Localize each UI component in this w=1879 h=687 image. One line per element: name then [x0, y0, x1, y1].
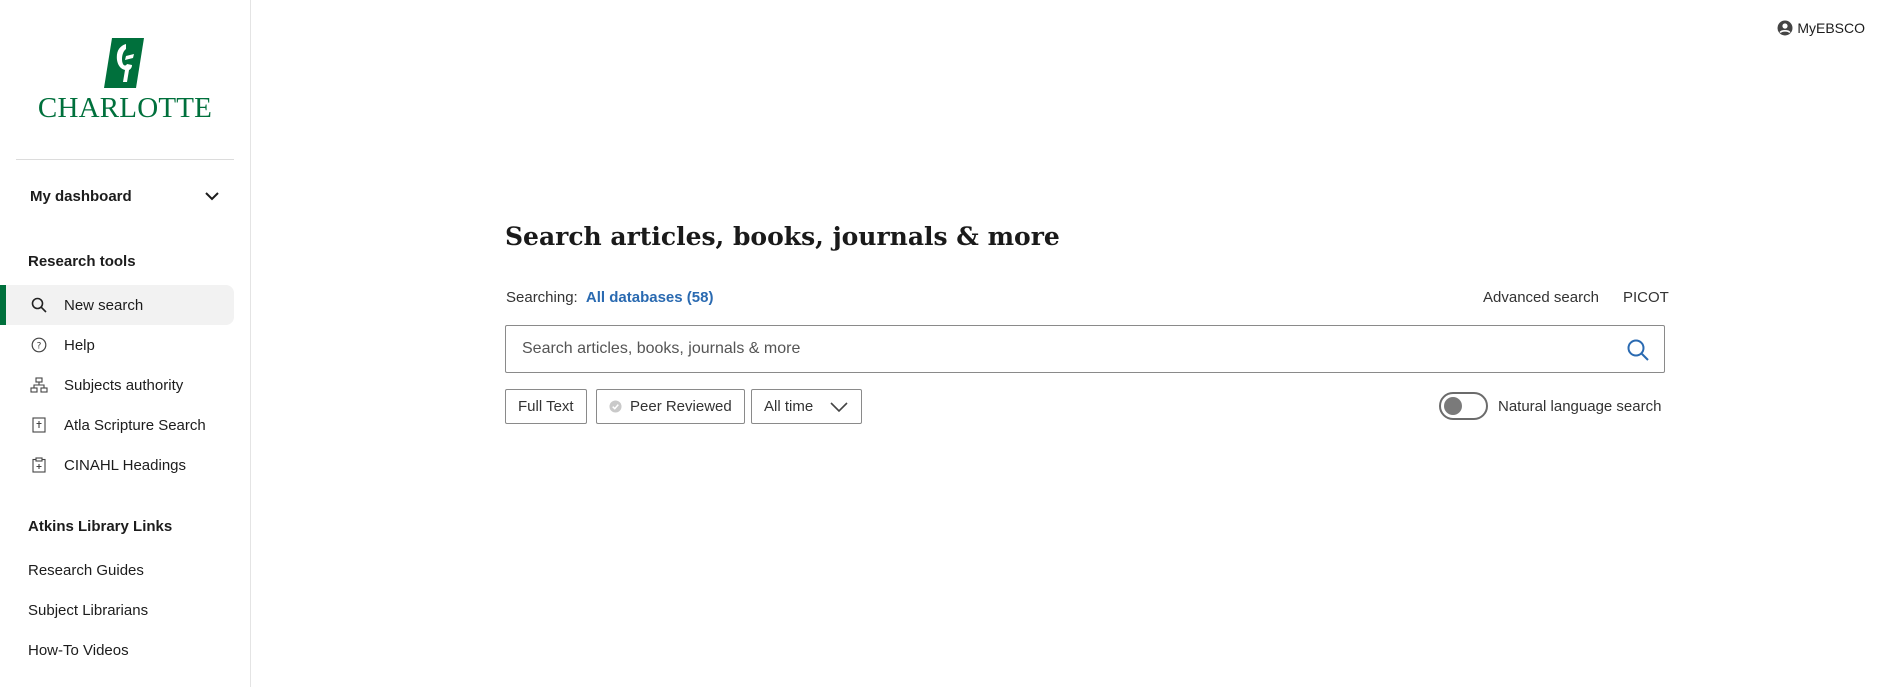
page-title: Search articles, books, journals & more — [505, 222, 1060, 251]
help-icon: ? — [30, 336, 48, 354]
date-range-dropdown[interactable]: All time — [751, 389, 863, 424]
search-input[interactable] — [506, 327, 1606, 371]
natural-language-toggle[interactable] — [1439, 392, 1488, 420]
sidebar-item-atla-scripture-search[interactable]: Atla Scripture Search — [0, 405, 234, 445]
sidebar-item-label: Help — [64, 336, 95, 354]
my-dashboard-label: My dashboard — [30, 187, 132, 205]
subject-librarians-link[interactable]: Subject Librarians — [28, 602, 148, 619]
searching-label: Searching: — [506, 289, 578, 306]
research-guides-link[interactable]: Research Guides — [28, 562, 144, 579]
sidebar-item-help[interactable]: ? Help — [0, 325, 234, 365]
databases-link[interactable]: All databases (58) — [586, 289, 714, 306]
charlotte-logo[interactable]: CHARLOTTE — [34, 36, 216, 124]
sidebar: CHARLOTTE My dashboard Research tools Ne… — [0, 0, 251, 687]
full-text-filter[interactable]: Full Text — [505, 389, 587, 424]
sidebar-item-label: Subjects authority — [64, 376, 184, 394]
sidebar-item-cinahl-headings[interactable]: CINAHL Headings — [0, 445, 234, 485]
natural-language-search: Natural language search — [1439, 392, 1661, 420]
search-icon[interactable] — [1626, 338, 1650, 362]
date-range-label: All time — [764, 398, 814, 415]
my-dashboard-dropdown[interactable]: My dashboard — [16, 180, 234, 212]
logo-wordmark: CHARLOTTE — [37, 92, 213, 124]
hierarchy-icon — [30, 376, 48, 394]
how-to-videos-link[interactable]: How-To Videos — [28, 642, 129, 659]
sidebar-item-label: Atla Scripture Search — [64, 416, 206, 434]
research-tools-heading: Research tools — [28, 253, 136, 270]
svg-text:?: ? — [37, 342, 42, 352]
myebsco-account-button[interactable]: MyEBSCO — [1777, 20, 1865, 36]
sidebar-item-subjects-authority[interactable]: Subjects authority — [0, 365, 234, 405]
searching-scope: Searching: All databases (58) — [506, 289, 713, 306]
check-circle-icon — [609, 400, 622, 413]
charlotte-logo-mark-icon — [104, 38, 144, 88]
atkins-library-links-heading: Atkins Library Links — [28, 518, 173, 535]
chevron-down-icon — [205, 192, 219, 201]
myebsco-label: MyEBSCO — [1797, 20, 1865, 36]
sidebar-item-new-search[interactable]: New search — [0, 285, 234, 325]
search-icon — [30, 296, 48, 314]
book-icon — [30, 416, 48, 434]
natural-language-label: Natural language search — [1498, 397, 1662, 415]
full-text-label: Full Text — [518, 398, 574, 415]
clipboard-icon — [30, 456, 48, 474]
picot-link[interactable]: PICOT — [1623, 289, 1669, 306]
sidebar-item-label: New search — [64, 296, 144, 314]
sidebar-divider — [16, 159, 234, 160]
search-box — [505, 325, 1665, 373]
chevron-down-icon — [830, 401, 848, 412]
toggle-knob — [1444, 397, 1462, 415]
advanced-search-link[interactable]: Advanced search — [1483, 289, 1599, 306]
peer-reviewed-label: Peer Reviewed — [630, 398, 732, 415]
sidebar-item-label: CINAHL Headings — [64, 456, 186, 474]
peer-reviewed-filter[interactable]: Peer Reviewed — [596, 389, 745, 424]
user-account-icon — [1777, 20, 1793, 36]
